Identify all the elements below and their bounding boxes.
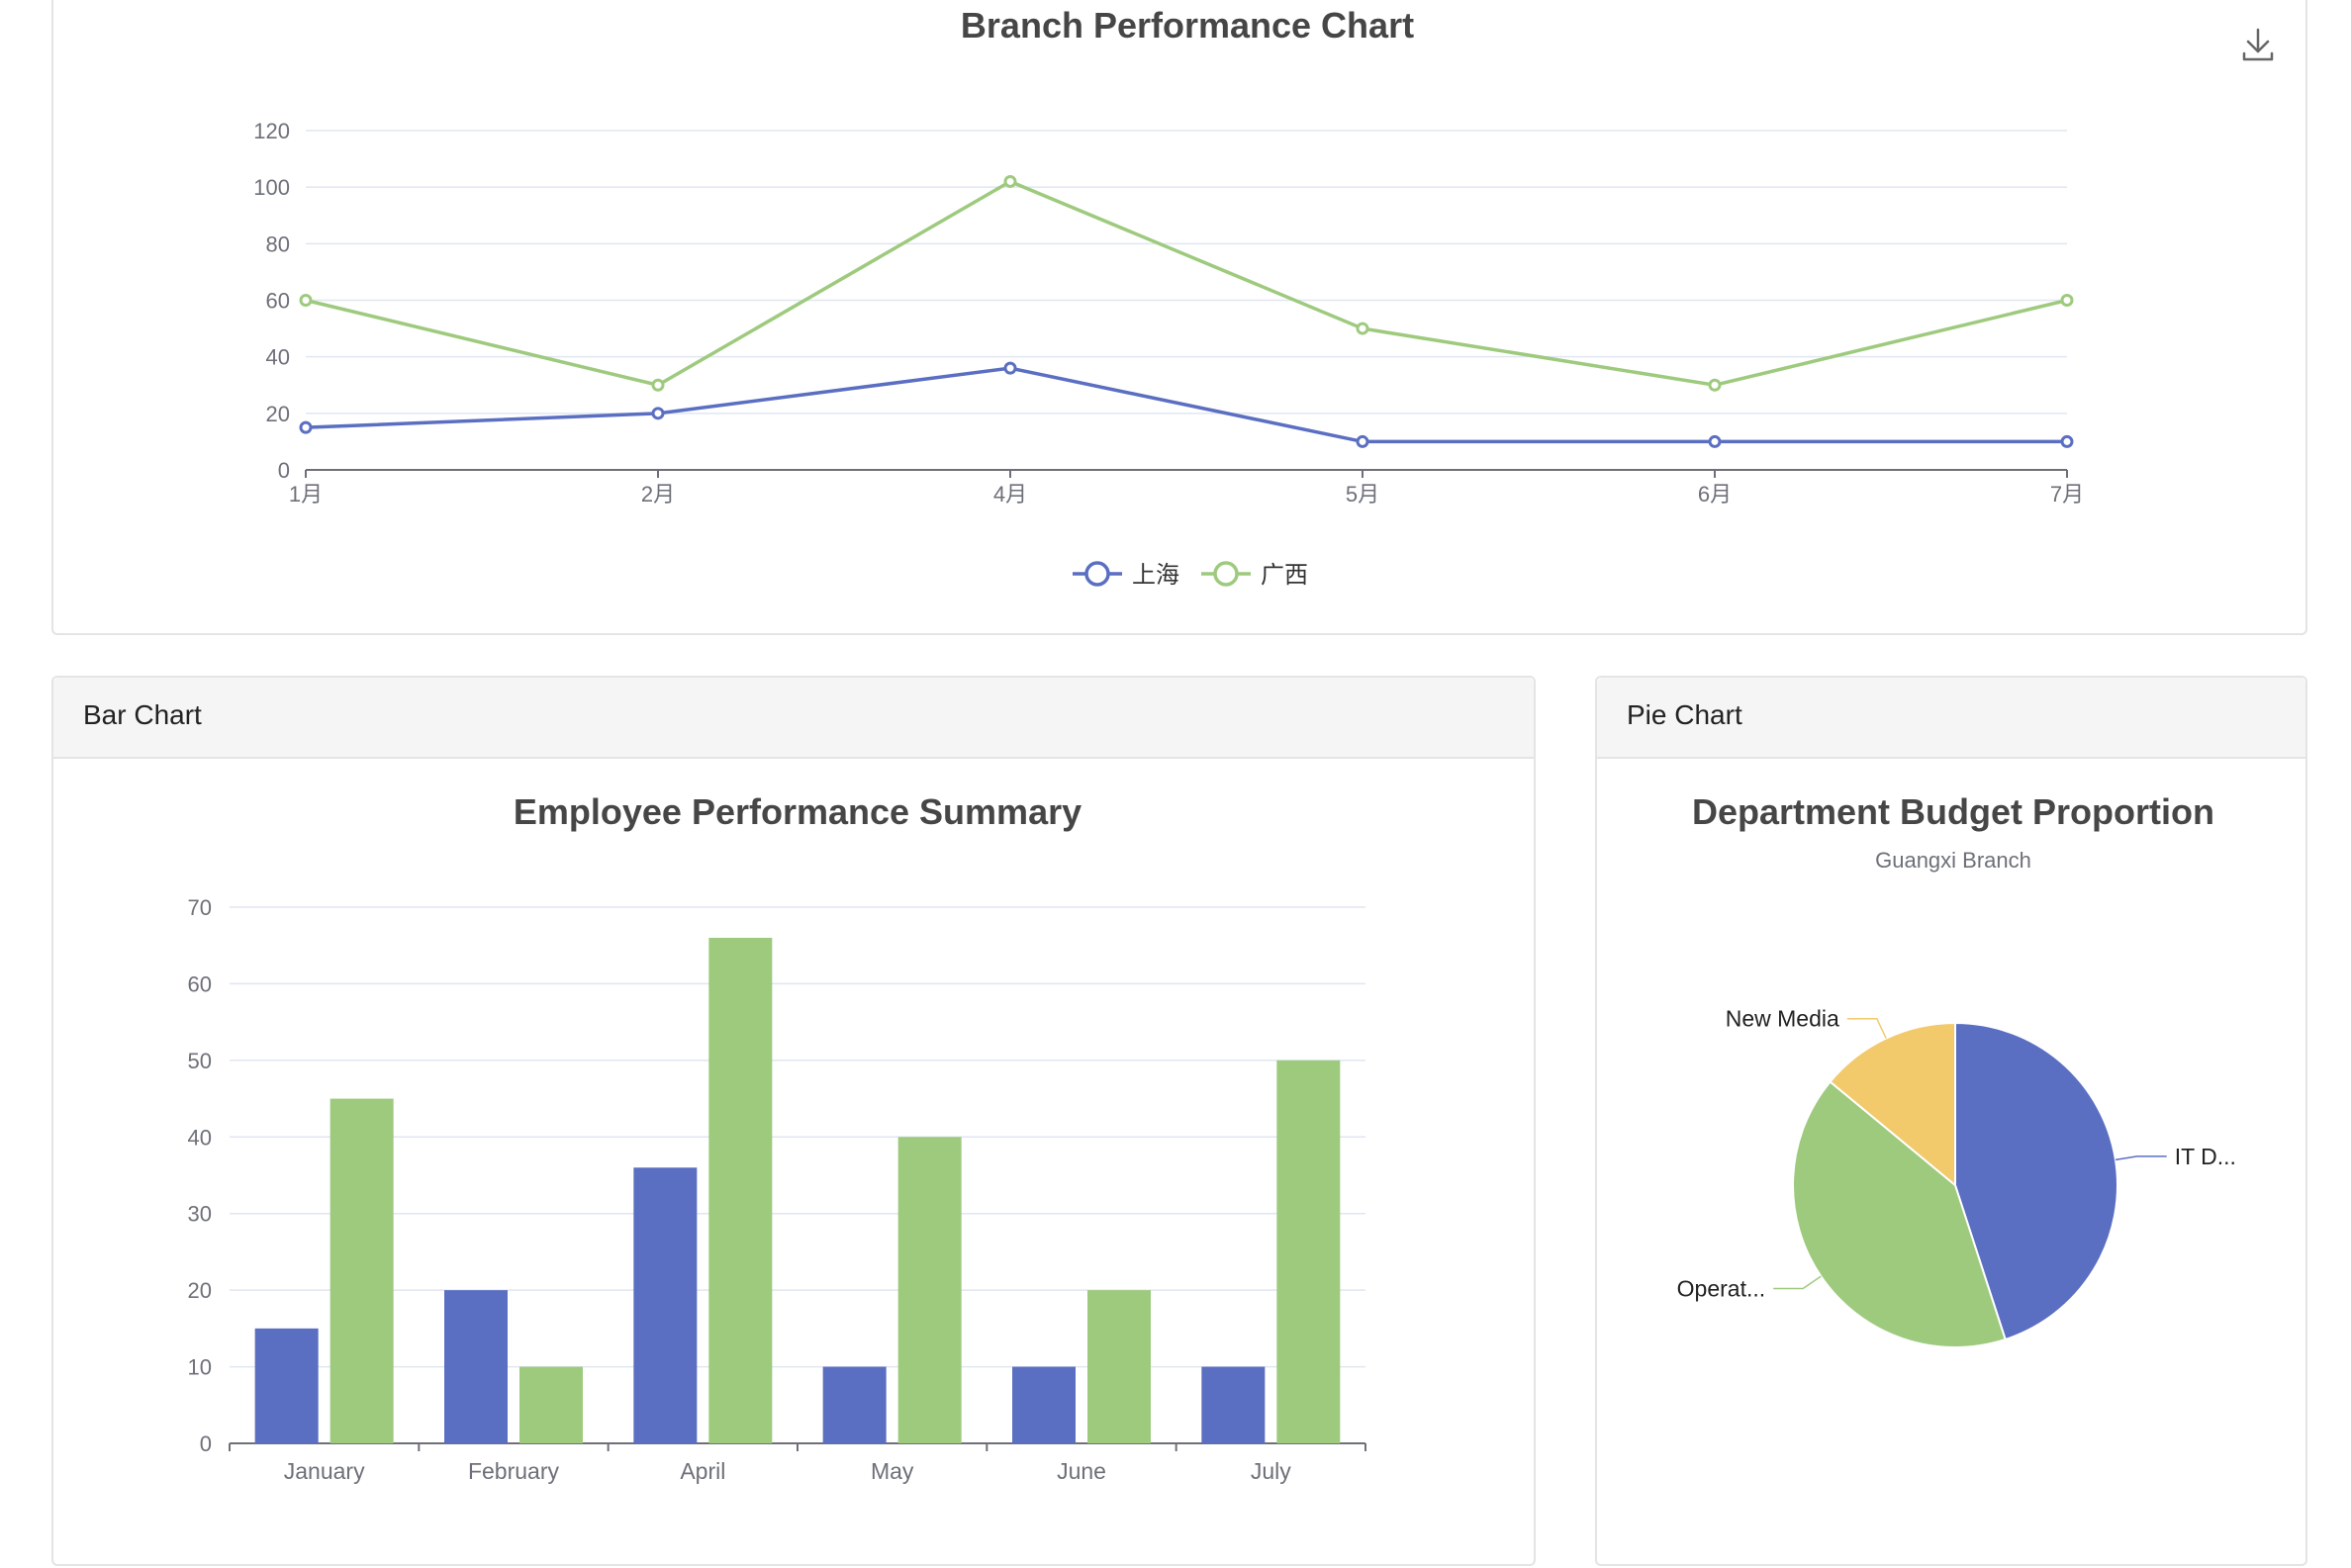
x-tick-label: 7月 xyxy=(2050,482,2084,507)
x-tick-label: June xyxy=(1057,1458,1106,1484)
data-point xyxy=(1003,174,1017,188)
bar xyxy=(1012,1366,1076,1443)
data-point xyxy=(2060,434,2074,448)
bar xyxy=(329,1098,394,1443)
bar xyxy=(444,1290,508,1443)
x-tick-label: 5月 xyxy=(1346,482,1379,507)
download-icon[interactable] xyxy=(2238,24,2278,63)
series-line-1 xyxy=(305,366,2067,444)
legend-label: 上海 xyxy=(1132,561,1179,589)
x-tick-label: 4月 xyxy=(993,482,1027,507)
bar xyxy=(897,1137,962,1443)
chart-title: Department Budget Proportion xyxy=(1692,791,2214,832)
bar xyxy=(708,937,773,1443)
data-point xyxy=(651,378,665,392)
y-tick-label: 70 xyxy=(188,895,212,920)
pie-chart-panel: Pie Chart Department Budget Proportion Gu… xyxy=(1595,676,2307,1566)
x-tick-label: 2月 xyxy=(641,482,675,507)
data-point xyxy=(1708,378,1722,392)
bar xyxy=(633,1167,698,1443)
bar xyxy=(1276,1060,1341,1443)
y-tick-label: 20 xyxy=(188,1278,212,1303)
chart-title: Employee Performance Summary xyxy=(514,791,1081,832)
x-tick-label: January xyxy=(284,1458,365,1484)
chart-title: Branch Performance Chart xyxy=(961,5,1414,46)
legend-marker xyxy=(1084,561,1110,587)
bar-chart-panel: Bar Chart Employee Performance Summary 0 1… xyxy=(51,676,1536,1566)
data-point xyxy=(1708,434,1722,448)
pie-leader-line xyxy=(2115,1155,2167,1161)
y-tick-label: 80 xyxy=(266,231,290,256)
y-tick-label: 100 xyxy=(253,175,290,200)
x-tick-label: February xyxy=(468,1458,560,1484)
legend-label: 广西 xyxy=(1261,561,1308,589)
pie-leader-line xyxy=(1846,1017,1887,1039)
data-point xyxy=(299,420,313,434)
pie-label: Operat... xyxy=(1677,1276,1765,1302)
legend-marker xyxy=(1213,561,1239,587)
y-tick-label: 60 xyxy=(266,289,290,314)
chart-subtitle: Guangxi Branch xyxy=(1875,848,2031,873)
x-tick-label: 6月 xyxy=(1698,482,1732,507)
data-point xyxy=(1003,361,1017,375)
data-point xyxy=(651,407,665,420)
pie-leader-line xyxy=(1773,1275,1822,1290)
data-point xyxy=(2060,294,2074,307)
y-tick-label: 40 xyxy=(266,345,290,370)
bar xyxy=(1087,1290,1151,1443)
pie-label: New Media xyxy=(1726,1006,1839,1032)
y-tick-label: 0 xyxy=(278,458,290,483)
y-tick-label: 60 xyxy=(188,971,212,996)
x-tick-label: 1月 xyxy=(289,482,323,507)
y-tick-label: 40 xyxy=(188,1125,212,1150)
bar xyxy=(254,1328,319,1443)
data-point xyxy=(299,294,313,307)
bar xyxy=(1201,1366,1266,1443)
data-point xyxy=(1356,434,1369,448)
bar xyxy=(519,1366,583,1443)
y-tick-label: 50 xyxy=(188,1049,212,1073)
data-point xyxy=(1356,322,1369,335)
x-tick-label: July xyxy=(1251,1458,1291,1484)
pie-label: IT D... xyxy=(2175,1144,2236,1169)
bar-chart: Employee Performance Summary 0 10 20 30 40 50 6… xyxy=(188,791,1366,1484)
line-chart: Branch Performance Chart 0 20 40 60 80 100 120 1… xyxy=(253,5,2084,589)
y-tick-label: 0 xyxy=(200,1431,212,1456)
bar xyxy=(822,1366,887,1443)
y-tick-label: 10 xyxy=(188,1355,212,1380)
line-chart-panel: Branch Performance Chart 0 20 40 60 80 100 120 1… xyxy=(51,0,2307,635)
x-tick-label: May xyxy=(871,1458,914,1484)
pie-chart: Department Budget Proportion Guangxi Bran… xyxy=(1677,791,2236,1348)
y-tick-label: 120 xyxy=(253,119,290,143)
y-tick-label: 30 xyxy=(188,1202,212,1227)
series-line-2 xyxy=(305,179,2068,388)
y-tick-label: 20 xyxy=(266,402,290,426)
x-tick-label: April xyxy=(680,1458,725,1484)
